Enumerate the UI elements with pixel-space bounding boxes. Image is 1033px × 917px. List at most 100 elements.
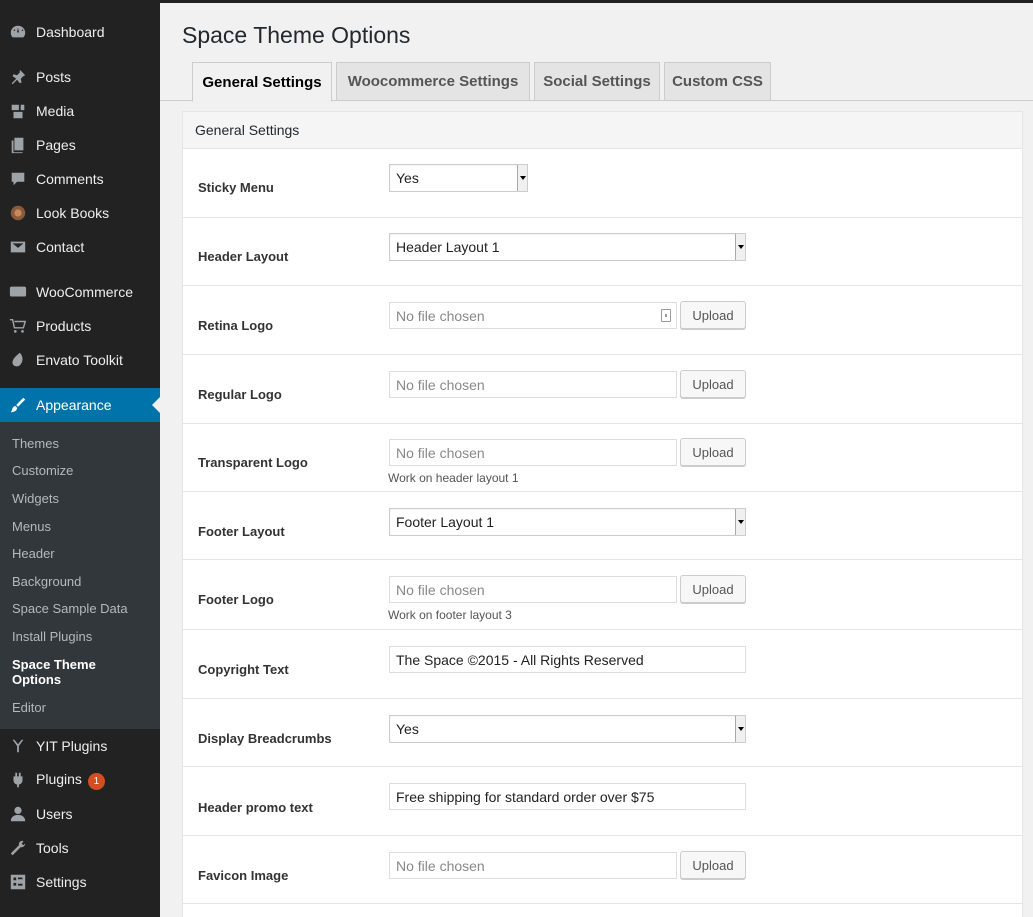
select-value: Yes [396,170,419,186]
lookbooks-icon [0,204,36,222]
tab-bar: General Settings Woocommerce Settings So… [160,62,1033,102]
footer-logo-file-input[interactable]: No file chosen [389,576,677,603]
field-label: Display Breadcrumbs [198,731,332,746]
file-placeholder: No file chosen [396,857,485,874]
user-icon [0,805,36,823]
menu-look-books[interactable]: Look Books [0,196,160,230]
field-label: Footer Logo [198,592,274,607]
file-picker-icon[interactable] [661,309,671,322]
row-transparent-logo: Transparent Logo No file chosen Upload W… [183,424,1022,492]
row-copyright-text: Copyright Text The Space ©2015 - All Rig… [183,630,1022,699]
menu-products[interactable]: Products [0,309,160,343]
media-icon [0,102,36,120]
page-title: Space Theme Options [182,22,411,48]
regular-logo-upload-button[interactable]: Upload [680,370,746,398]
submenu-install-plugins[interactable]: Install Plugins [12,629,92,644]
row-footer-logo: Footer Logo No file chosen Upload Work o… [183,560,1022,630]
menu-label: Tools [36,840,69,856]
tab-general-settings[interactable]: General Settings [192,62,332,102]
submenu-menus[interactable]: Menus [12,519,51,534]
settings-panel: General Settings Sticky Menu Yes Header … [182,111,1023,917]
mail-icon [0,238,36,256]
menu-envato-toolkit[interactable]: Envato Toolkit [0,343,160,377]
brush-icon [0,396,36,414]
menu-label: Appearance [36,397,112,413]
menu-tools[interactable]: Tools [0,831,160,865]
menu-label: Look Books [36,205,110,221]
submenu-editor[interactable]: Editor [12,700,46,715]
file-placeholder: No file chosen [396,307,485,324]
field-label: Footer Layout [198,524,285,539]
menu-label: Dashboard [36,24,105,40]
update-count-badge: 1 [87,772,105,790]
menu-appearance[interactable]: Appearance [0,388,160,422]
row-header-layout: Header Layout Header Layout 1 [183,218,1022,286]
select-value: Yes [396,721,419,737]
help-text: Work on footer layout 3 [388,608,512,622]
regular-logo-file-input[interactable]: No file chosen [389,371,677,398]
menu-comments[interactable]: Comments [0,162,160,196]
retina-logo-file-input[interactable]: No file chosen [389,302,677,329]
submenu-widgets[interactable]: Widgets [12,491,59,506]
menu-label: Posts [36,69,72,85]
favicon-image-file-input[interactable]: No file chosen [389,852,677,879]
comments-icon [0,170,36,188]
menu-label: Comments [36,171,104,187]
field-label: Favicon Image [198,868,289,883]
footer-layout-select[interactable]: Footer Layout 1 [389,508,746,536]
menu-yit-plugins[interactable]: YIT Plugins [0,729,160,763]
submenu-header[interactable]: Header [12,546,55,561]
copyright-text-input[interactable]: The Space ©2015 - All Rights Reserved [389,646,746,673]
tab-woocommerce-settings[interactable]: Woocommerce Settings [336,62,530,101]
cart-icon [0,317,36,335]
wrench-icon [0,839,36,857]
menu-posts[interactable]: Posts [0,60,160,94]
transparent-logo-upload-button[interactable]: Upload [680,438,746,466]
submenu-customize[interactable]: Customize [12,463,73,478]
menu-label: Settings [36,874,87,890]
display-breadcrumbs-select[interactable]: Yes [389,715,746,743]
menu-label: Envato Toolkit [36,352,123,368]
menu-media[interactable]: Media [0,94,160,128]
file-placeholder: No file chosen [396,376,485,393]
submenu-space-sample-data[interactable]: Space Sample Data [12,601,128,616]
chevron-down-icon [735,234,745,260]
select-value: Header Layout 1 [396,239,500,255]
menu-pages[interactable]: Pages [0,128,160,162]
active-arrow [152,397,160,413]
field-label: Sticky Menu [198,180,274,195]
menu-plugins[interactable]: Plugins 1 [0,763,160,797]
chevron-down-icon [735,509,745,535]
admin-sidebar: Dashboard Posts Media Pages Comments Loo… [0,0,160,917]
menu-label: Contact [36,239,85,255]
favicon-image-upload-button[interactable]: Upload [680,851,746,879]
menu-dashboard[interactable]: Dashboard [0,15,160,49]
row-display-breadcrumbs: Display Breadcrumbs Yes [183,699,1022,767]
sticky-menu-select[interactable]: Yes [389,164,528,192]
header-promo-text-input[interactable]: Free shipping for standard order over $7… [389,783,746,810]
menu-woocommerce[interactable]: WooCommerce [0,275,160,309]
chevron-down-icon [735,716,745,742]
header-layout-select[interactable]: Header Layout 1 [389,233,746,261]
section-title: General Settings [183,112,1022,149]
field-label: Regular Logo [198,387,282,402]
tab-social-settings[interactable]: Social Settings [534,62,660,101]
submenu-space-theme-options[interactable]: Space Theme Options [12,657,112,687]
submenu-themes[interactable]: Themes [12,436,59,451]
file-placeholder: No file chosen [396,581,485,598]
menu-contact[interactable]: Contact [0,230,160,264]
pages-icon [0,136,36,154]
menu-users[interactable]: Users [0,797,160,831]
tab-custom-css[interactable]: Custom CSS [664,62,771,101]
chevron-down-icon [517,165,527,191]
menu-settings[interactable]: Settings [0,865,160,899]
menu-label: Products [36,318,92,334]
transparent-logo-file-input[interactable]: No file chosen [389,439,677,466]
submenu-background[interactable]: Background [12,574,81,589]
menu-label: Pages [36,137,76,153]
leaf-icon [0,351,36,369]
footer-logo-upload-button[interactable]: Upload [680,575,746,603]
retina-logo-upload-button[interactable]: Upload [680,301,746,329]
dashboard-icon [0,23,36,41]
menu-label: Plugins 1 [36,771,160,790]
